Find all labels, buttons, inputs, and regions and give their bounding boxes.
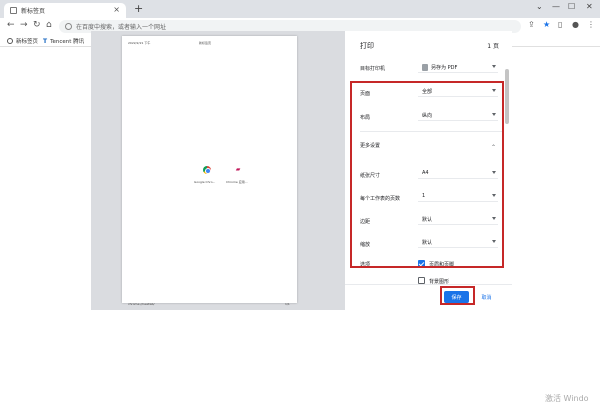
page-count: 1 页 [487,43,499,50]
scrollbar-thumb[interactable] [505,69,509,124]
activation-watermark: 激活 Windo [545,394,589,403]
home-icon[interactable]: ⌂ [46,20,52,30]
bookmark-label: Tencent 腾讯 [50,39,85,45]
close-tab-icon[interactable]: × [113,5,120,14]
preview-footer-url: chrome://newtab/ [128,302,155,306]
close-window-icon[interactable]: ✕ [586,2,593,11]
side-panel-icon[interactable]: ▯ [558,20,562,29]
minimize-icon[interactable]: — [552,2,560,11]
new-tab-button[interactable]: + [134,2,143,15]
page-icon [10,7,17,14]
tencent-icon: T [43,37,48,45]
tab-new-tab[interactable]: 新标签页 × [4,3,126,18]
footer-divider [345,284,512,285]
reload-icon[interactable]: ↻ [33,20,41,30]
cancel-button[interactable]: 取消 [474,291,499,303]
pdf-icon [422,63,428,71]
maximize-icon[interactable]: ☐ [568,2,575,11]
settings-scrollbar[interactable] [505,61,509,281]
destination-value: 另存为 PDF [431,64,458,71]
bookmark-item[interactable]: 新标签页 [7,37,38,45]
profile-icon[interactable]: ● [572,20,579,29]
save-highlight-box [440,286,475,305]
search-engine-icon [65,23,72,30]
menu-icon[interactable]: ⋮ [587,20,595,29]
bookmark-star-icon[interactable]: ★ [543,20,550,29]
preview-footer-page: 1/1 [285,302,290,306]
globe-icon [7,38,13,44]
destination-label: 目标打印机 [360,66,386,72]
preview-shortcut: Chrome 应用... [226,180,248,184]
bookmark-item[interactable]: T Tencent 腾讯 [43,37,85,46]
tab-bar: 新标签页 × + ⌄ — ☐ ✕ [0,0,600,18]
back-icon[interactable]: ← [7,20,15,30]
forward-icon[interactable]: → [20,20,28,30]
chevron-down-icon [492,65,496,68]
chevron-down-icon[interactable]: ⌄ [536,2,543,11]
bookmark-label: 新标签页 [16,39,39,45]
destination-select[interactable]: 另存为 PDF [418,62,498,73]
address-placeholder: 在百度中搜索，或者输入一个网址 [76,24,167,31]
settings-highlight-box [350,81,504,268]
print-preview-page: 2022/2/21 下午 新标签页 ▰ Google Chro... Chrom… [122,36,297,306]
tab-title: 新标签页 [21,8,46,15]
print-title: 打印 [360,42,374,50]
preview-date: 2022/2/21 下午 [128,41,151,45]
preview-title: 新标签页 [199,41,212,45]
chrome-apps-icon: ▰ [235,166,241,173]
preview-shortcut: Google Chro... [194,180,216,184]
chrome-logo-icon [203,166,211,174]
share-icon[interactable]: ⇪ [528,20,535,29]
background-graphics-checkbox[interactable] [418,277,425,284]
